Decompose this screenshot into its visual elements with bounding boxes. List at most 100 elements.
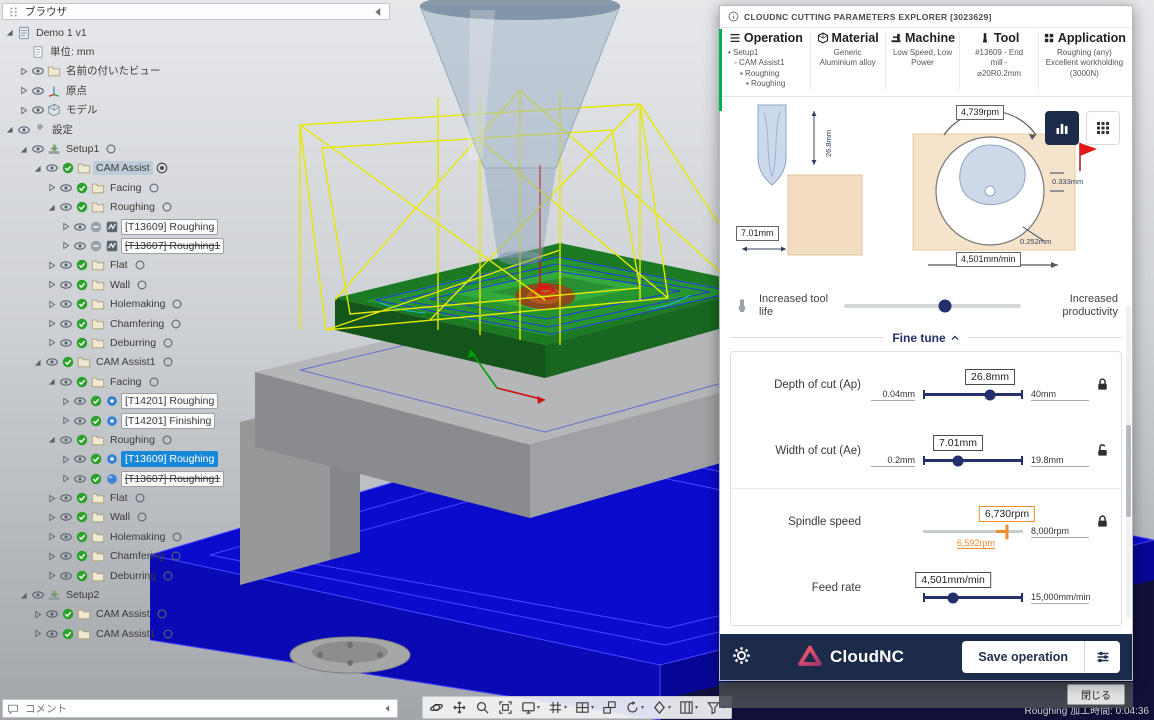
tree-item-label[interactable]: Deburring (107, 336, 159, 350)
spindle-value-input[interactable]: 6,730rpm (979, 506, 1035, 522)
tree-item[interactable]: Chamfering (2, 547, 390, 566)
check-green-icon[interactable] (89, 472, 103, 486)
check-green-icon[interactable] (61, 161, 75, 175)
tree-item[interactable]: 原点 (2, 81, 390, 100)
expand-arrow-icon[interactable] (46, 512, 57, 523)
tree-item[interactable]: Facing (2, 372, 390, 391)
tree-item[interactable]: [T13609] Roughing (2, 217, 390, 236)
effects-button[interactable]: ▾ (648, 698, 675, 717)
eye-icon[interactable] (59, 317, 73, 331)
save-options-button[interactable] (1084, 641, 1120, 673)
spindle-max-value[interactable]: 8,000rpm (1031, 526, 1089, 538)
tree-item[interactable]: CAM Assist (2, 605, 390, 624)
tree-item[interactable]: Deburring (2, 566, 390, 585)
check-green-icon[interactable] (75, 200, 89, 214)
check-green-icon[interactable] (75, 433, 89, 447)
eye-icon[interactable] (73, 472, 87, 486)
chart-view-button[interactable] (1045, 111, 1079, 145)
collapse-arrow-icon[interactable] (4, 27, 15, 38)
check-minus-icon[interactable] (89, 220, 103, 234)
grid-view-button[interactable] (1086, 111, 1120, 145)
feed-rate-slider[interactable]: 4,501mm/min 15,000mm/min (871, 565, 1089, 611)
tree-item-label[interactable]: Flat (107, 258, 131, 272)
tree-item-label[interactable]: Wall (107, 278, 133, 292)
eye-icon[interactable] (59, 258, 73, 272)
eye-icon[interactable] (59, 200, 73, 214)
collapse-arrow-icon[interactable] (32, 357, 43, 368)
collapse-comment-icon[interactable] (382, 703, 393, 714)
tree-item[interactable]: 名前の付いたビュー (2, 62, 390, 81)
tree-item[interactable]: Facing (2, 178, 390, 197)
eye-icon[interactable] (59, 549, 73, 563)
panel-title-bar[interactable]: CLOUDNC CUTTING PARAMETERS EXPLORER [302… (720, 6, 1132, 28)
tree-item[interactable]: [T13607] Roughing1 (2, 236, 390, 255)
eye-icon[interactable] (45, 607, 59, 621)
check-minus-icon[interactable] (89, 239, 103, 253)
expand-arrow-icon[interactable] (60, 221, 71, 232)
eye-icon[interactable] (73, 414, 87, 428)
tree-item-label[interactable]: [T14201] Finishing (121, 413, 215, 429)
expand-arrow-icon[interactable] (60, 240, 71, 251)
tree-item[interactable]: Setup1 (2, 139, 390, 158)
collapse-arrow-icon[interactable] (18, 144, 29, 155)
width-min-value[interactable]: 0.2mm (871, 455, 915, 467)
check-green-icon[interactable] (75, 181, 89, 195)
tree-item-label[interactable]: Setup2 (63, 588, 102, 602)
check-green-icon[interactable] (75, 297, 89, 311)
eye-icon[interactable] (59, 491, 73, 505)
tree-item-label[interactable]: Deburring (107, 569, 159, 583)
tree-item-label[interactable]: CAM Assist (93, 161, 153, 175)
tree-item[interactable]: Holemaking (2, 294, 390, 313)
eye-icon[interactable] (73, 394, 87, 408)
expand-arrow-icon[interactable] (46, 279, 57, 290)
tree-item-label[interactable]: Facing (107, 181, 145, 195)
expand-arrow-icon[interactable] (60, 396, 71, 407)
expand-arrow-icon[interactable] (46, 531, 57, 542)
tree-item[interactable]: Flat (2, 488, 390, 507)
width-of-cut-slider[interactable]: 0.2mm 7.01mm 19.8mm (871, 428, 1089, 474)
eye-icon[interactable] (59, 181, 73, 195)
collapse-arrow-icon[interactable] (32, 163, 43, 174)
check-green-icon[interactable] (89, 452, 103, 466)
tree-item[interactable]: [T13609] Roughing (2, 450, 390, 469)
eye-icon[interactable] (59, 336, 73, 350)
steps-button[interactable] (598, 698, 621, 717)
tree-item-label[interactable]: Demo 1 v1 (33, 26, 90, 40)
eye-icon[interactable] (73, 452, 87, 466)
eye-icon[interactable] (59, 433, 73, 447)
lock-open-icon[interactable] (1095, 443, 1110, 458)
tree-item[interactable]: CAM Assist1 (2, 624, 390, 643)
fit-button[interactable] (494, 698, 517, 717)
eye-icon[interactable] (31, 64, 45, 78)
tree-item-label[interactable]: CAM Assist1 (93, 355, 159, 369)
expand-arrow-icon[interactable] (18, 85, 29, 96)
tree-item-label[interactable]: CAM Assist (93, 607, 153, 621)
check-green-icon[interactable] (75, 278, 89, 292)
tab-operation[interactable]: Operation• Setup1◦ CAM Assist1▪ Roughing… (722, 31, 810, 90)
expand-arrow-icon[interactable] (32, 609, 43, 620)
tree-item[interactable]: Holemaking (2, 527, 390, 546)
tree-item-label[interactable]: [T13609] Roughing (121, 219, 218, 235)
tree-item[interactable]: Roughing (2, 430, 390, 449)
eye-icon[interactable] (59, 278, 73, 292)
tree-item[interactable]: Wall (2, 275, 390, 294)
eye-icon[interactable] (31, 103, 45, 117)
orbit-button[interactable] (425, 698, 448, 717)
eye-icon[interactable] (31, 142, 45, 156)
grid-settings-button[interactable]: ▾ (544, 698, 571, 717)
tree-item[interactable]: [T14201] Finishing (2, 411, 390, 430)
spindle-slider-handle[interactable] (1006, 524, 1009, 539)
eye-icon[interactable] (45, 627, 59, 641)
tree-item[interactable]: Roughing (2, 198, 390, 217)
check-green-icon[interactable] (75, 491, 89, 505)
check-green-icon[interactable] (89, 394, 103, 408)
layout-button[interactable]: ▾ (675, 698, 702, 717)
tree-item-label[interactable]: 名前の付いたビュー (63, 64, 164, 78)
fine-tune-section-header[interactable]: Fine tune (730, 331, 1122, 345)
expand-arrow-icon[interactable] (18, 66, 29, 77)
check-green-icon[interactable] (75, 258, 89, 272)
width-value-input[interactable]: 7.01mm (933, 435, 983, 451)
check-green-icon[interactable] (75, 530, 89, 544)
check-green-icon[interactable] (61, 607, 75, 621)
tree-item[interactable]: Chamfering (2, 314, 390, 333)
